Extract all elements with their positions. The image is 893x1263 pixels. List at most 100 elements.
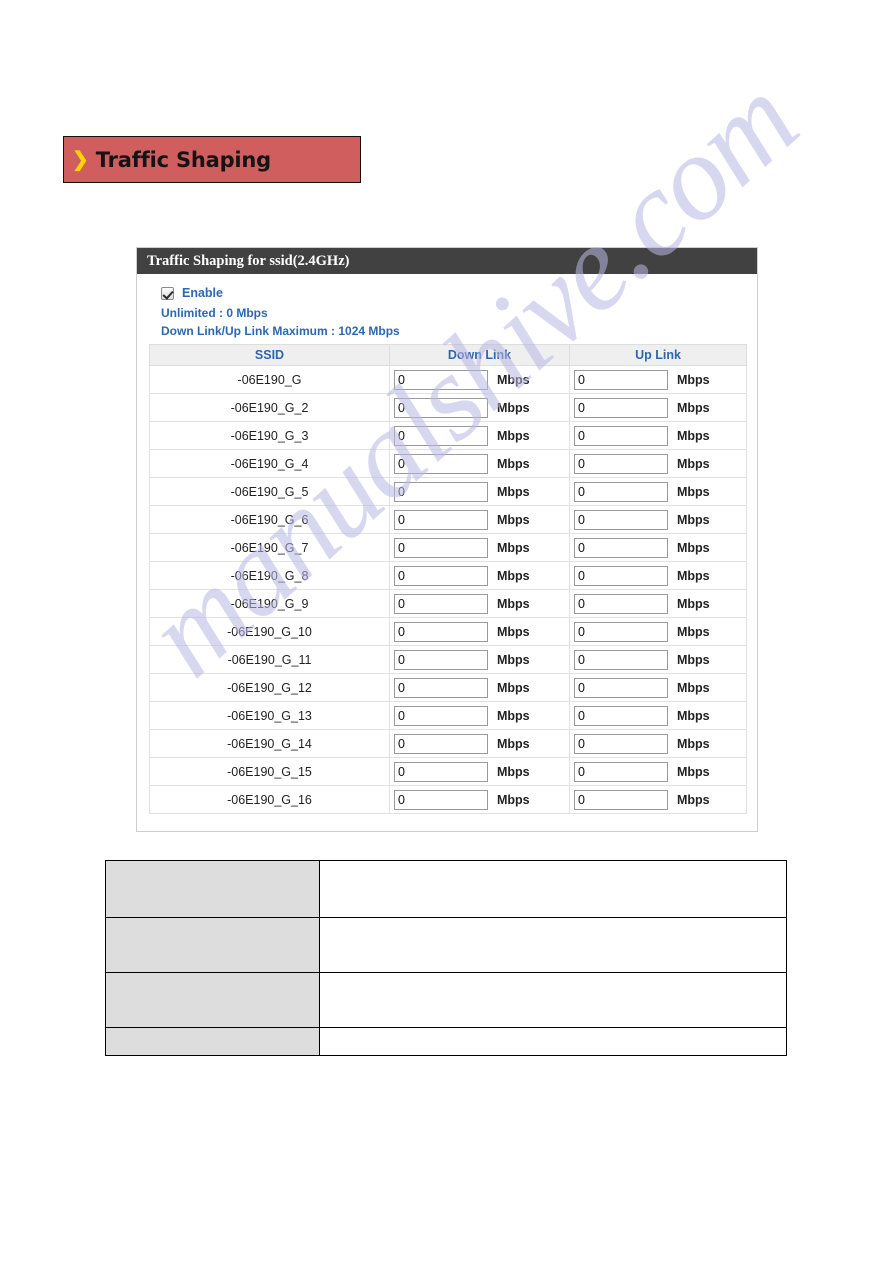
down-link-input[interactable] — [394, 677, 488, 698]
table-row: -06E190_G_16 Mbps Mbps — [149, 785, 747, 814]
unit-label: Mbps — [677, 568, 710, 583]
table-row: -06E190_G_13 Mbps Mbps — [149, 701, 747, 730]
table-row: -06E190_G_5 Mbps Mbps — [149, 477, 747, 506]
down-link-input[interactable] — [394, 425, 488, 446]
description-row — [105, 972, 787, 1028]
down-link-cell: Mbps — [389, 449, 570, 478]
up-link-input[interactable] — [574, 677, 668, 698]
down-link-input[interactable] — [394, 789, 488, 810]
ssid-cell: -06E190_G_2 — [149, 393, 390, 422]
description-row — [105, 860, 787, 918]
up-link-input[interactable] — [574, 593, 668, 614]
ssid-cell: -06E190_G_10 — [149, 617, 390, 646]
column-header-down-link: Down Link — [389, 344, 570, 366]
description-table-body — [105, 860, 787, 1056]
down-link-wrap: Mbps — [394, 733, 569, 754]
ssid-cell: -06E190_G_13 — [149, 701, 390, 730]
down-link-cell: Mbps — [389, 365, 570, 394]
up-link-input[interactable] — [574, 789, 668, 810]
up-link-cell: Mbps — [569, 365, 747, 394]
section-banner: ❯ Traffic Shaping — [63, 136, 361, 183]
up-link-wrap: Mbps — [574, 481, 746, 502]
up-link-input[interactable] — [574, 425, 668, 446]
down-link-wrap: Mbps — [394, 453, 569, 474]
description-value-cell — [319, 972, 787, 1028]
note-unlimited: Unlimited : 0 Mbps — [161, 306, 268, 320]
table-row: -06E190_G_10 Mbps Mbps — [149, 617, 747, 646]
note-maximum: Down Link/Up Link Maximum : 1024 Mbps — [161, 324, 400, 338]
table-header-row: SSID Down Link Up Link — [149, 344, 747, 366]
unit-label: Mbps — [677, 596, 710, 611]
unit-label: Mbps — [497, 792, 530, 807]
down-link-cell: Mbps — [389, 421, 570, 450]
up-link-cell: Mbps — [569, 785, 747, 814]
down-link-cell: Mbps — [389, 673, 570, 702]
down-link-input[interactable] — [394, 649, 488, 670]
up-link-input[interactable] — [574, 733, 668, 754]
description-value-cell — [319, 860, 787, 918]
up-link-wrap: Mbps — [574, 537, 746, 558]
up-link-input[interactable] — [574, 453, 668, 474]
up-link-wrap: Mbps — [574, 677, 746, 698]
panel-body: Enable Unlimited : 0 Mbps Down Link/Up L… — [137, 274, 757, 824]
ssid-cell: -06E190_G_4 — [149, 449, 390, 478]
up-link-input[interactable] — [574, 565, 668, 586]
description-table — [105, 860, 787, 1056]
up-link-wrap: Mbps — [574, 369, 746, 390]
panel-title: Traffic Shaping for ssid(2.4GHz) — [147, 252, 350, 269]
up-link-cell: Mbps — [569, 617, 747, 646]
down-link-input[interactable] — [394, 453, 488, 474]
description-row — [105, 917, 787, 973]
up-link-cell: Mbps — [569, 673, 747, 702]
up-link-input[interactable] — [574, 537, 668, 558]
unit-label: Mbps — [497, 372, 530, 387]
unit-label: Mbps — [497, 428, 530, 443]
down-link-input[interactable] — [394, 481, 488, 502]
unit-label: Mbps — [497, 568, 530, 583]
up-link-wrap: Mbps — [574, 453, 746, 474]
down-link-input[interactable] — [394, 397, 488, 418]
unit-label: Mbps — [497, 624, 530, 639]
up-link-input[interactable] — [574, 621, 668, 642]
enable-checkbox[interactable] — [161, 286, 174, 300]
up-link-cell: Mbps — [569, 533, 747, 562]
up-link-input[interactable] — [574, 649, 668, 670]
down-link-input[interactable] — [394, 565, 488, 586]
enable-row[interactable]: Enable — [161, 286, 745, 300]
unit-label: Mbps — [677, 736, 710, 751]
up-link-cell: Mbps — [569, 645, 747, 674]
down-link-input[interactable] — [394, 593, 488, 614]
down-link-wrap: Mbps — [394, 397, 569, 418]
unit-label: Mbps — [677, 484, 710, 499]
up-link-cell: Mbps — [569, 393, 747, 422]
table-row: -06E190_G_12 Mbps Mbps — [149, 673, 747, 702]
table-row: -06E190_G_7 Mbps Mbps — [149, 533, 747, 562]
up-link-input[interactable] — [574, 705, 668, 726]
down-link-input[interactable] — [394, 621, 488, 642]
unit-label: Mbps — [677, 540, 710, 555]
down-link-input[interactable] — [394, 761, 488, 782]
down-link-input[interactable] — [394, 537, 488, 558]
down-link-cell: Mbps — [389, 589, 570, 618]
up-link-input[interactable] — [574, 397, 668, 418]
down-link-input[interactable] — [394, 369, 488, 390]
up-link-input[interactable] — [574, 481, 668, 502]
unit-label: Mbps — [497, 708, 530, 723]
down-link-cell: Mbps — [389, 757, 570, 786]
description-value-cell — [319, 1027, 787, 1056]
up-link-input[interactable] — [574, 369, 668, 390]
table-row: -06E190_G Mbps Mbps — [149, 365, 747, 394]
unit-label: Mbps — [677, 428, 710, 443]
down-link-wrap: Mbps — [394, 481, 569, 502]
down-link-input[interactable] — [394, 705, 488, 726]
description-value-cell — [319, 917, 787, 973]
down-link-input[interactable] — [394, 733, 488, 754]
down-link-wrap: Mbps — [394, 677, 569, 698]
down-link-wrap: Mbps — [394, 649, 569, 670]
traffic-shaping-table: SSID Down Link Up Link -06E190_G Mbps Mbps… — [149, 344, 747, 814]
ssid-cell: -06E190_G_15 — [149, 757, 390, 786]
up-link-input[interactable] — [574, 761, 668, 782]
down-link-input[interactable] — [394, 509, 488, 530]
section-banner-title: Traffic Shaping — [95, 147, 271, 172]
up-link-input[interactable] — [574, 509, 668, 530]
